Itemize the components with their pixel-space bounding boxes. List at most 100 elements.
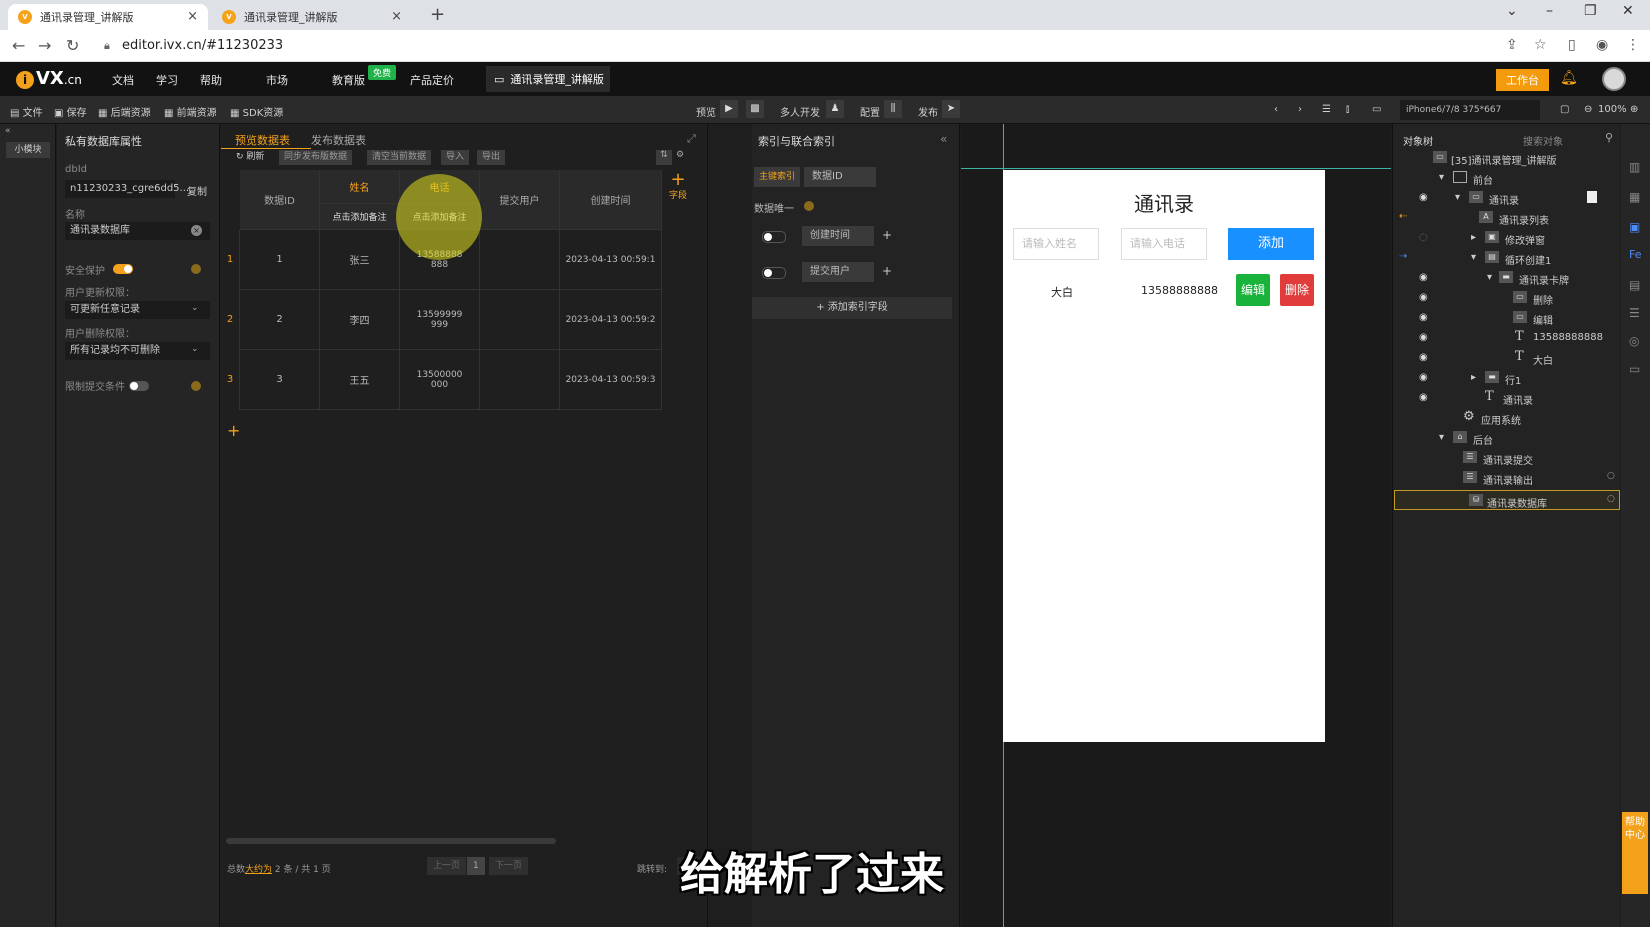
next-page-button[interactable]: 下一页 [489, 857, 529, 875]
eye-icon[interactable]: ◉ [1419, 292, 1428, 303]
tree-node[interactable]: ⇢ ▾ ▤ 循环创建1 [1393, 248, 1621, 268]
bell-icon[interactable]: 🔔︎ [1560, 70, 1578, 86]
menu-edu[interactable]: 教育版 [332, 72, 365, 88]
sync-button[interactable]: 同步发布版数据 [279, 150, 353, 165]
menu-help[interactable]: 帮助 [200, 72, 222, 88]
index-field-1[interactable]: 创建时间 [802, 226, 874, 246]
plus-icon[interactable]: + [882, 228, 892, 242]
sidepanel-icon[interactable]: ▯ [1568, 37, 1576, 53]
help-icon[interactable] [804, 201, 814, 211]
add-button[interactable]: 添加 [1228, 228, 1314, 260]
tree-node[interactable]: ◉ ▾ ▭ 通讯录 [1393, 188, 1621, 208]
grid-icon[interactable]: ▤ [1629, 278, 1640, 292]
collapse-icon[interactable]: « [5, 126, 11, 136]
tree-node[interactable]: ◉ T 通讯录 [1393, 388, 1621, 408]
tree-node[interactable]: ☰ 通讯录提交 [1393, 448, 1621, 468]
keyboard-icon[interactable]: ▭ [1629, 362, 1640, 376]
tree-node[interactable]: ◉ ▭ 编辑 [1393, 308, 1621, 328]
refresh-button[interactable]: ↻ 刷新 [231, 150, 269, 165]
close-icon[interactable]: × [187, 9, 198, 24]
tree-node[interactable]: ☰ 通讯录输出 ○ [1393, 468, 1621, 488]
column-note-name[interactable]: 点击添加备注 [320, 204, 400, 230]
workbench-button[interactable]: 工作台 [1496, 69, 1549, 91]
limit-toggle[interactable] [129, 381, 149, 391]
tree-node[interactable]: ◉ T 13588888888 [1393, 328, 1621, 348]
column-header-name[interactable]: 姓名 [320, 170, 400, 204]
search-icon[interactable]: ⚲ [1605, 131, 1613, 144]
settings-icon[interactable]: ⚙︎ [676, 150, 684, 160]
delete-button[interactable]: 删除 [1280, 274, 1314, 306]
index-field-2[interactable]: 提交用户 [802, 262, 874, 282]
clear-icon[interactable]: × [191, 225, 202, 236]
play-icon[interactable]: ▶ [720, 100, 738, 118]
window-close-icon[interactable]: ✕ [1622, 3, 1634, 19]
chat-icon[interactable]: ▣ [1629, 220, 1640, 234]
user-icon[interactable]: ♟ [826, 100, 844, 118]
monitor-icon[interactable]: ▭ [1372, 104, 1381, 115]
backend-resources-button[interactable]: ▦ 后端资源 [98, 104, 151, 119]
update-permission-select[interactable]: 可更新任意记录 [65, 301, 210, 319]
url-text[interactable]: editor.ivx.cn/#11230233 [122, 38, 283, 53]
close-icon[interactable]: × [391, 9, 402, 24]
component-icon[interactable]: ▦ [1629, 190, 1640, 204]
add-row-icon[interactable]: + [227, 421, 240, 440]
column-note-phone[interactable]: 点击添加备注 [400, 204, 480, 230]
help-icon[interactable] [191, 381, 201, 391]
menu-learn[interactable]: 学习 [156, 72, 178, 88]
help-center-button[interactable]: 帮助中心 [1622, 812, 1648, 894]
add-index-field-button[interactable]: + 添加索引字段 [752, 297, 952, 319]
tree-node[interactable]: ◉ T 大白 [1393, 348, 1621, 368]
align-icon[interactable]: ☰ [1322, 104, 1331, 115]
chevron-left-icon[interactable]: ‹ [1274, 104, 1278, 115]
safe-toggle[interactable] [113, 264, 133, 274]
import-button[interactable]: 导入 [441, 150, 470, 165]
tree-node[interactable]: ◉ ▸ ▬ 行1 [1393, 368, 1621, 388]
forward-icon[interactable]: → [38, 36, 51, 55]
eye-icon[interactable]: ◉ [1419, 352, 1428, 363]
browser-tab-1[interactable]: V 通讯录管理_讲解版 × [8, 4, 208, 30]
chevron-right-icon[interactable]: › [1298, 104, 1302, 115]
eye-icon[interactable]: ◉ [1419, 372, 1428, 383]
menu-market[interactable]: 市场 [266, 72, 288, 88]
design-canvas[interactable]: 通讯录 请输入姓名 请输入电话 添加 大白 13588888888 编辑 删除 [961, 124, 1391, 927]
restore-icon[interactable]: ❐ [1584, 3, 1597, 19]
tree-node[interactable]: ◉ ▭ 删除 [1393, 288, 1621, 308]
sliders-icon[interactable]: ⫼ [884, 100, 902, 118]
menu-pricing[interactable]: 产品定价 [410, 72, 454, 88]
save-button[interactable]: ▣ 保存 [54, 104, 87, 119]
align-center-icon[interactable]: ⫾ [1346, 104, 1349, 115]
zoom-out-icon[interactable]: ⊖ [1584, 104, 1592, 115]
reload-icon[interactable]: ↻ [66, 36, 79, 55]
table-row[interactable]: 1 张三 13588888 888 2023-04-13 00:59:1 [240, 230, 662, 290]
tree-node[interactable]: ▭ [35]通讯录管理_讲解版 [1393, 148, 1621, 168]
back-icon[interactable]: ← [12, 36, 25, 55]
column-header-phone[interactable]: 电话 [400, 170, 480, 204]
new-tab-icon[interactable]: + [430, 4, 445, 25]
eye-icon[interactable]: ◉ [1419, 312, 1428, 323]
expand-icon[interactable]: ⤢ [687, 132, 696, 146]
copy-button[interactable]: 复制 [187, 183, 207, 198]
chevron-down-icon[interactable]: ⌄ [1506, 3, 1518, 19]
export-button[interactable]: 导出 [477, 150, 506, 165]
page-number[interactable]: 1 [467, 857, 485, 875]
pager-total-link[interactable]: 大约为 [245, 865, 272, 875]
file-button[interactable]: ▤ 文件 [10, 104, 43, 119]
index-toggle-2[interactable] [762, 267, 786, 279]
eye-icon[interactable]: ◉ [1419, 192, 1428, 203]
help-icon[interactable] [191, 264, 201, 274]
more-icon[interactable]: ⋮ [1626, 37, 1640, 53]
tree-node[interactable]: ▾ 前台 [1393, 168, 1621, 188]
name-field[interactable]: 通讯录数据库 [65, 222, 210, 240]
tree-node-selected[interactable]: ⛁ 通讯录数据库 ○ [1394, 490, 1620, 510]
column-header-user[interactable]: 提交用户 [480, 170, 560, 230]
phone-input[interactable]: 请输入电话 [1121, 228, 1207, 260]
mini-module-tab[interactable]: 小模块 [6, 142, 50, 158]
tree-node[interactable]: ◉ ▾ ▬ 通讯录卡牌 [1393, 268, 1621, 288]
function-icon[interactable]: Fe [1629, 248, 1642, 261]
avatar[interactable] [1602, 67, 1626, 91]
collapse-icon[interactable]: « [940, 132, 947, 146]
column-header-time[interactable]: 创建时间 [560, 170, 662, 230]
clear-data-button[interactable]: 清空当前数据 [367, 150, 432, 165]
project-tab[interactable]: ▭ 通讯录管理_讲解版 [486, 66, 610, 92]
object-tree-tab[interactable]: 对象树 [1403, 133, 1433, 148]
